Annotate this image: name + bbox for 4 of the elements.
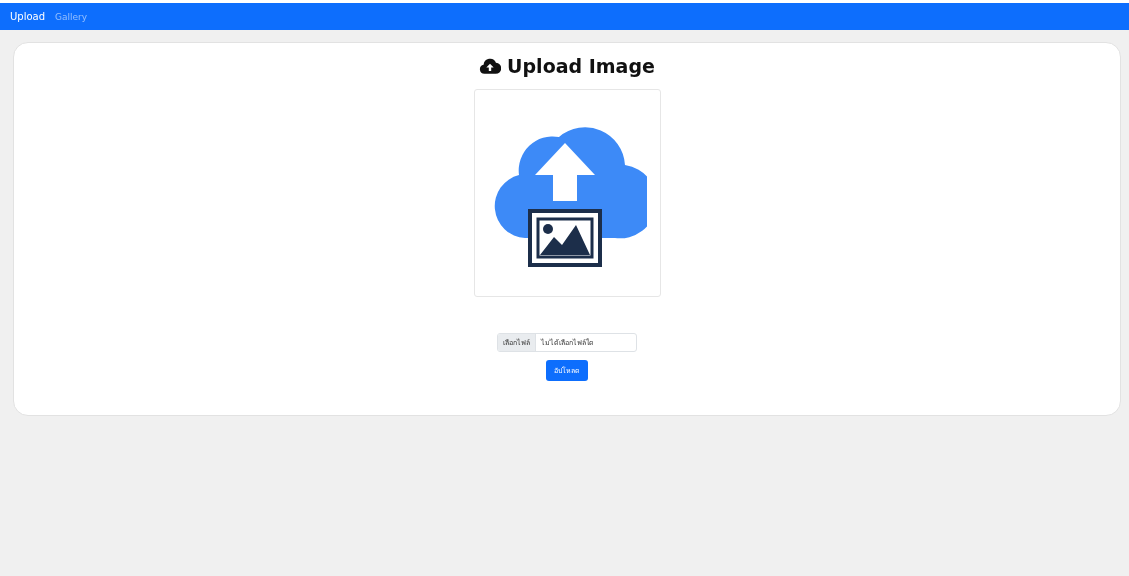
nav-link[interactable]: Upload	[10, 11, 46, 22]
cloud-upload-icon	[479, 57, 502, 75]
nav-link[interactable]: Gallery	[55, 11, 88, 22]
page-title: Upload Image	[507, 55, 655, 77]
